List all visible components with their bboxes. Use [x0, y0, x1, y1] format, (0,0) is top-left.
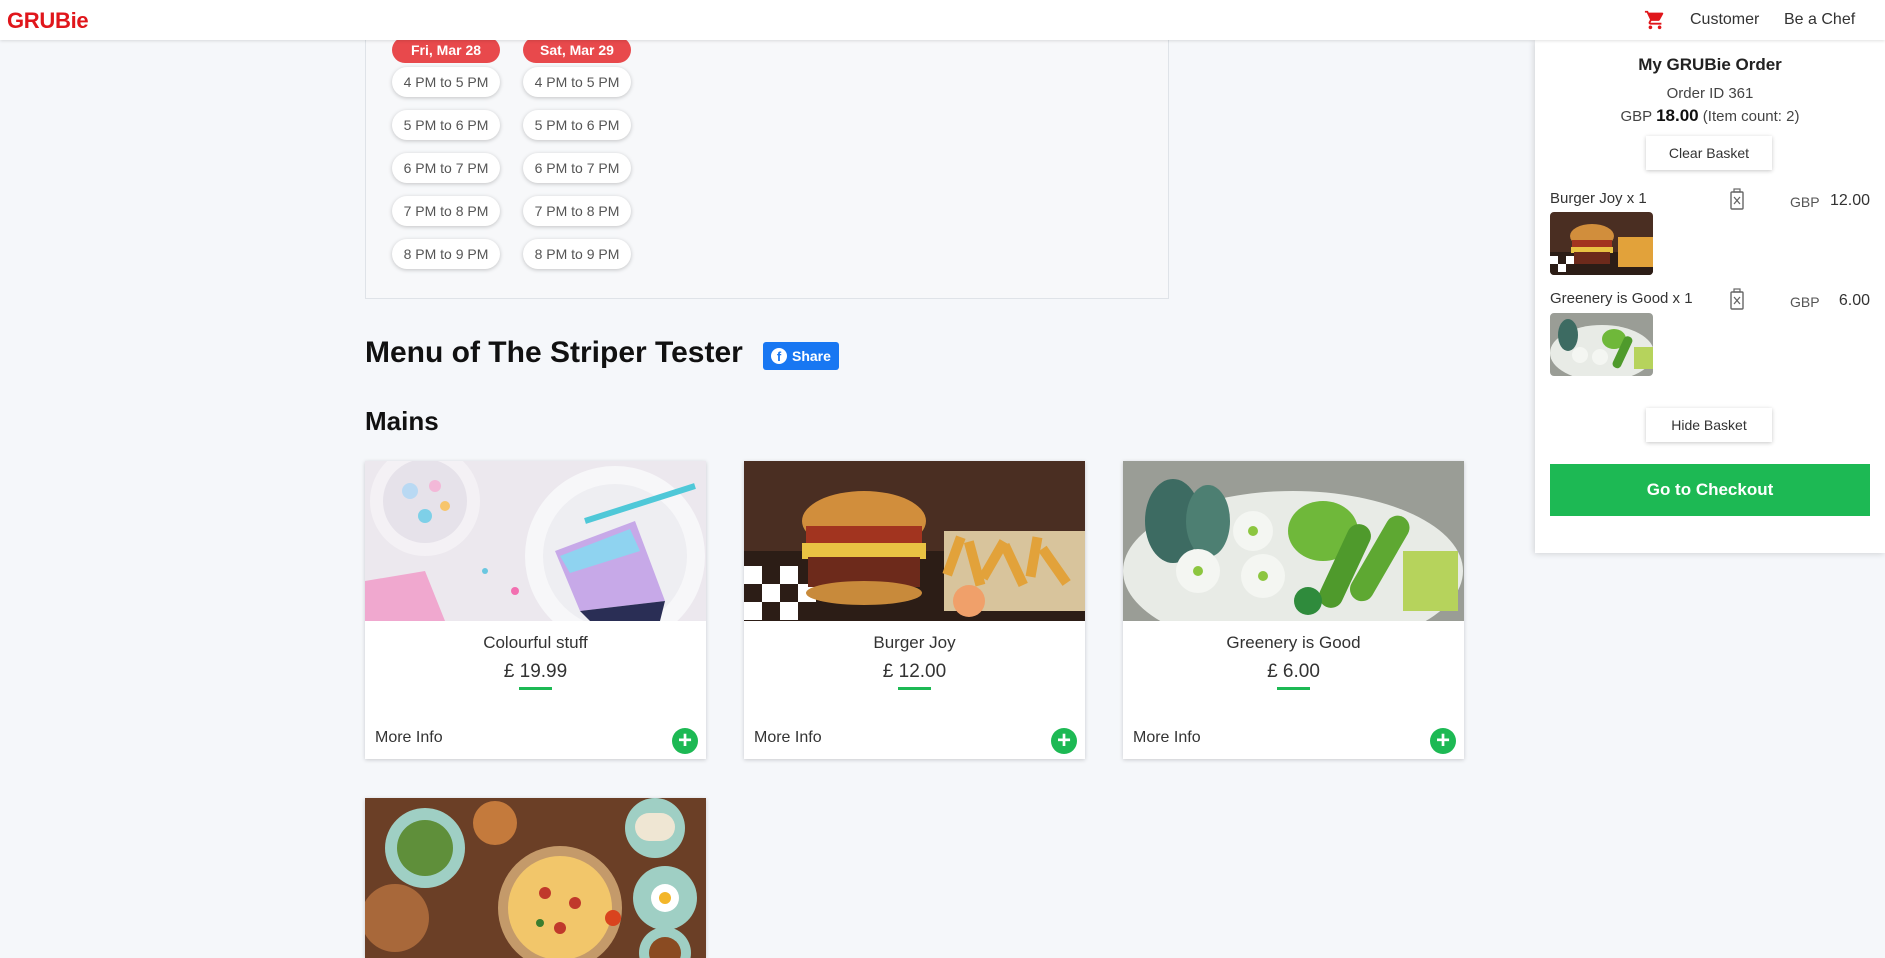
time-slot[interactable]: 5 PM to 6 PM [523, 110, 631, 140]
menu-item-card[interactable]: Colourful stuff £ 19.99 More Info + [365, 461, 706, 759]
order-id: Order ID 361 [1535, 85, 1885, 102]
total-currency: GBP [1620, 108, 1652, 125]
delivery-schedule-panel: Fri, Mar 28 Sat, Mar 29 4 PM to 5 PM 5 P… [365, 20, 1169, 299]
hide-basket-button[interactable]: Hide Basket [1646, 408, 1772, 442]
total-amount: 18.00 [1656, 106, 1699, 125]
item-count-value: 2) [1786, 108, 1800, 125]
facebook-icon: f [771, 348, 787, 364]
grubie-logo[interactable]: GRUBie [7, 8, 89, 34]
time-slot[interactable]: 6 PM to 7 PM [392, 153, 500, 183]
remove-item-icon[interactable] [1729, 188, 1745, 210]
time-slot[interactable]: 8 PM to 9 PM [392, 239, 500, 269]
menu-item-card[interactable]: Greenery is Good £ 6.00 More Info + [1123, 461, 1464, 759]
order-total: GBP 18.00 (Item count: 2) [1535, 106, 1885, 126]
menu-title: Menu of The Striper Tester [365, 336, 743, 369]
more-info-link[interactable]: More Info [754, 729, 822, 747]
day-pill-fri[interactable]: Fri, Mar 28 [392, 37, 500, 63]
time-slot[interactable]: 6 PM to 7 PM [523, 153, 631, 183]
menu-item-card-photo[interactable] [365, 798, 706, 958]
share-label: Share [792, 348, 831, 364]
day-pill-sat[interactable]: Sat, Mar 29 [523, 37, 631, 63]
basket-item-amount: 6.00 [1838, 292, 1870, 309]
menu-item-card[interactable]: Burger Joy £ 12.00 More Info + [744, 461, 1085, 759]
more-info-link[interactable]: More Info [1133, 729, 1201, 747]
price-underline [519, 687, 552, 690]
order-id-label: Order ID [1666, 85, 1725, 102]
item-name: Burger Joy [873, 633, 956, 652]
burger-joy-photo [744, 461, 1085, 621]
item-price: £ 19.99 [503, 661, 568, 682]
top-navbar: GRUBie Customer Be a Chef [0, 0, 1885, 40]
section-title-mains: Mains [365, 406, 439, 436]
time-slot[interactable]: 7 PM to 8 PM [392, 196, 500, 226]
greenery-is-good-photo [1123, 461, 1464, 621]
item-price: £ 12.00 [882, 661, 947, 682]
item-name: Greenery is Good [1226, 633, 1361, 652]
basket-item-amount: 12.00 [1829, 192, 1870, 209]
nav-customer-link[interactable]: Customer [1690, 11, 1759, 29]
basket-item-name: Burger Joy x 1 [1550, 190, 1647, 207]
go-to-checkout-button[interactable]: Go to Checkout [1550, 464, 1870, 516]
price-underline [898, 687, 931, 690]
time-slot[interactable]: 4 PM to 5 PM [392, 67, 500, 97]
basket-item-thumbnail [1550, 313, 1653, 376]
clear-basket-button[interactable]: Clear Basket [1646, 136, 1772, 170]
basket-item-currency: GBP [1790, 294, 1820, 310]
item-price: £ 6.00 [1267, 661, 1320, 682]
add-to-basket-icon[interactable]: + [672, 728, 698, 754]
order-id-value: 361 [1728, 85, 1754, 102]
time-slot[interactable]: 7 PM to 8 PM [523, 196, 631, 226]
basket-item-thumbnail [1550, 212, 1653, 275]
basket-panel: My GRUBie Order Order ID 361 GBP 18.00 (… [1535, 40, 1885, 553]
more-info-link[interactable]: More Info [375, 729, 443, 747]
nav-be-a-chef-link[interactable]: Be a Chef [1784, 11, 1855, 29]
colourful-stuff-photo [365, 461, 706, 621]
facebook-share-button[interactable]: f Share [763, 342, 839, 370]
basket-item-name: Greenery is Good x 1 [1550, 290, 1693, 307]
basket-item-currency: GBP [1790, 194, 1820, 210]
time-slot[interactable]: 8 PM to 9 PM [523, 239, 631, 269]
price-underline [1277, 687, 1310, 690]
shopping-cart-icon[interactable] [1644, 9, 1666, 31]
time-slot[interactable]: 5 PM to 6 PM [392, 110, 500, 140]
remove-item-icon[interactable] [1729, 288, 1745, 310]
add-to-basket-icon[interactable]: + [1051, 728, 1077, 754]
basket-title: My GRUBie Order [1638, 55, 1782, 74]
item-name: Colourful stuff [483, 633, 588, 652]
item-count-label: (Item count: [1702, 108, 1782, 125]
add-to-basket-icon[interactable]: + [1430, 728, 1456, 754]
time-slot[interactable]: 4 PM to 5 PM [523, 67, 631, 97]
